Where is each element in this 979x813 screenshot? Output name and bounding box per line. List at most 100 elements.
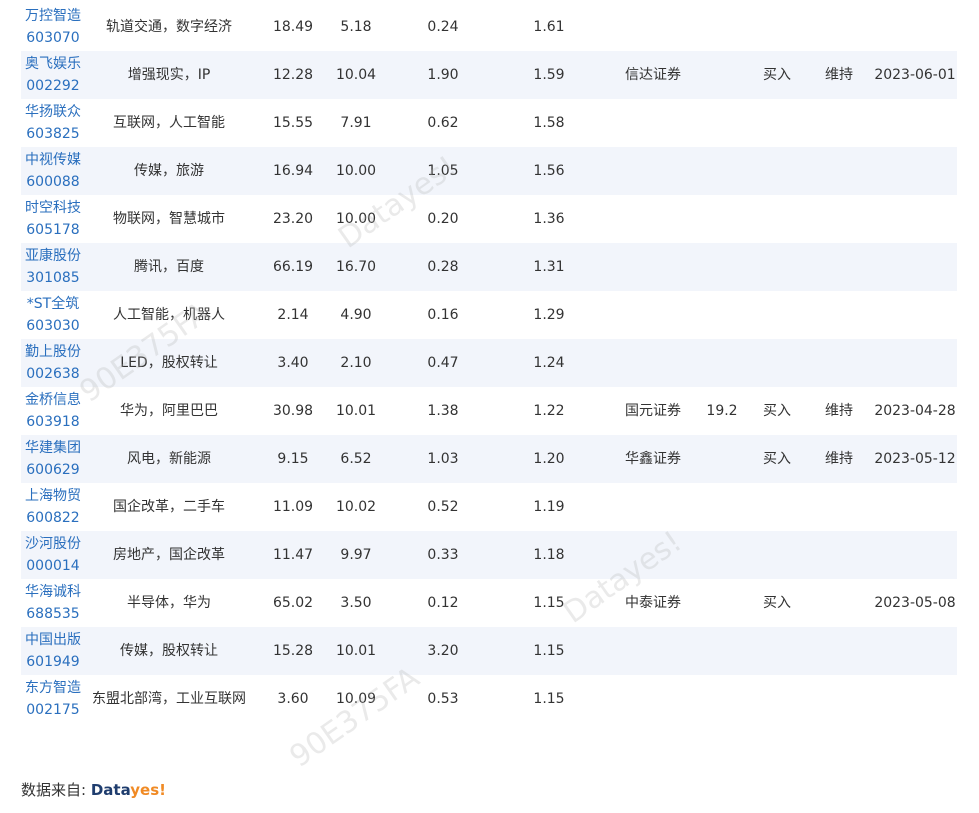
stock-name[interactable]: 沙河股份 — [21, 533, 85, 555]
table-row: 时空科技 605178 物联网，智慧城市 23.20 10.00 0.20 1.36 — [21, 195, 957, 243]
stock-name[interactable]: 万控智造 — [21, 5, 85, 27]
turnover-cell: 1.90 — [427, 67, 459, 83]
stock-code[interactable]: 000014 — [21, 555, 85, 577]
rating-cell — [755, 627, 799, 675]
stock-name[interactable]: 中视传媒 — [21, 149, 85, 171]
stock-name[interactable]: 勤上股份 — [21, 341, 85, 363]
stock-code[interactable]: 600629 — [21, 459, 85, 481]
rating-date-cell: 2023-05-08 — [874, 595, 956, 611]
stock-link[interactable]: 奥飞娱乐 002292 — [21, 53, 85, 97]
stock-link[interactable]: 上海物贸 600822 — [21, 485, 85, 529]
stock-code[interactable]: 605178 — [21, 219, 85, 241]
stock-code[interactable]: 603030 — [21, 315, 85, 337]
change-pct-cell: 10.01 — [335, 403, 377, 419]
stock-name[interactable]: 金桥信息 — [21, 389, 85, 411]
stock-link[interactable]: 华扬联众 603825 — [21, 101, 85, 145]
stock-name[interactable]: *ST全筑 — [21, 293, 85, 315]
change-pct-cell: 3.50 — [340, 595, 372, 611]
stock-code[interactable]: 002638 — [21, 363, 85, 385]
stock-code[interactable]: 601949 — [21, 651, 85, 673]
stock-link[interactable]: 亚康股份 301085 — [21, 245, 85, 289]
price-cell: 66.19 — [272, 259, 314, 275]
data-source-footer: 数据来自: Datayes! — [21, 778, 166, 802]
rating-cell — [755, 339, 799, 387]
target-price-cell — [702, 195, 742, 243]
stock-link[interactable]: 东方智造 002175 — [21, 677, 85, 721]
datayes-logo[interactable]: Datayes! — [91, 781, 166, 799]
stock-link[interactable]: 华建集团 600629 — [21, 437, 85, 481]
price-cell: 15.55 — [272, 115, 314, 131]
stock-link[interactable]: 华海诚科 688535 — [21, 581, 85, 625]
stock-link[interactable]: 沙河股份 000014 — [21, 533, 85, 577]
stock-code[interactable]: 002292 — [21, 75, 85, 97]
volume-ratio-cell: 1.22 — [533, 403, 565, 419]
broker-cell — [611, 291, 695, 339]
stock-link[interactable]: *ST全筑 603030 — [21, 293, 85, 337]
stock-code[interactable]: 603825 — [21, 123, 85, 145]
rating-change-cell — [817, 3, 861, 51]
stock-name[interactable]: 亚康股份 — [21, 245, 85, 267]
stock-name[interactable]: 时空科技 — [21, 197, 85, 219]
rating-date-cell — [873, 3, 957, 51]
table-row: 沙河股份 000014 房地产，国企改革 11.47 9.97 0.33 1.18 — [21, 531, 957, 579]
change-pct-cell: 7.91 — [340, 115, 372, 131]
table-row: 东方智造 002175 东盟北部湾，工业互联网 3.60 10.09 0.53 1.15 — [21, 675, 957, 723]
volume-ratio-cell: 1.59 — [533, 67, 565, 83]
rating-cell — [755, 99, 799, 147]
rating-cell — [755, 675, 799, 723]
volume-ratio-cell: 1.29 — [533, 307, 565, 323]
stock-name[interactable]: 上海物贸 — [21, 485, 85, 507]
stock-name[interactable]: 中国出版 — [21, 629, 85, 651]
broker-cell: 中泰证券 — [625, 595, 681, 611]
broker-cell: 信达证券 — [625, 67, 681, 83]
stock-code[interactable]: 002175 — [21, 699, 85, 721]
change-pct-cell: 5.18 — [340, 19, 372, 35]
rating-date-cell — [873, 627, 957, 675]
concept-cell: 华为，阿里巴巴 — [120, 403, 218, 419]
stock-link[interactable]: 中国出版 601949 — [21, 629, 85, 673]
stock-code[interactable]: 301085 — [21, 267, 85, 289]
rating-cell — [755, 195, 799, 243]
stock-name[interactable]: 华扬联众 — [21, 101, 85, 123]
stock-code[interactable]: 603918 — [21, 411, 85, 433]
stock-code[interactable]: 688535 — [21, 603, 85, 625]
target-price-cell — [702, 435, 742, 483]
concept-cell: 互联网，人工智能 — [113, 115, 225, 131]
stock-name[interactable]: 华建集团 — [21, 437, 85, 459]
price-cell: 30.98 — [272, 403, 314, 419]
price-cell: 11.09 — [272, 499, 314, 515]
stock-code[interactable]: 603070 — [21, 27, 85, 49]
stock-link[interactable]: 中视传媒 600088 — [21, 149, 85, 193]
volume-ratio-cell: 1.18 — [533, 547, 565, 563]
rating-change-cell — [817, 99, 861, 147]
change-pct-cell: 6.52 — [340, 451, 372, 467]
rating-change-cell: 维持 — [825, 451, 853, 467]
rating-change-cell — [817, 195, 861, 243]
concept-cell: 风电，新能源 — [127, 451, 211, 467]
volume-ratio-cell: 1.24 — [533, 355, 565, 371]
stock-code[interactable]: 600822 — [21, 507, 85, 529]
rating-date-cell: 2023-05-12 — [874, 451, 956, 467]
table-row: 亚康股份 301085 腾讯，百度 66.19 16.70 0.28 1.31 — [21, 243, 957, 291]
rating-cell — [755, 147, 799, 195]
stock-code[interactable]: 600088 — [21, 171, 85, 193]
stock-name[interactable]: 奥飞娱乐 — [21, 53, 85, 75]
broker-cell: 国元证券 — [625, 403, 681, 419]
stock-name[interactable]: 华海诚科 — [21, 581, 85, 603]
rating-date-cell — [873, 147, 957, 195]
stock-link[interactable]: 勤上股份 002638 — [21, 341, 85, 385]
change-pct-cell: 16.70 — [335, 259, 377, 275]
rating-date-cell — [873, 675, 957, 723]
rating-change-cell — [817, 243, 861, 291]
price-cell: 18.49 — [272, 19, 314, 35]
table-row: 上海物贸 600822 国企改革，二手车 11.09 10.02 0.52 1.19 — [21, 483, 957, 531]
rating-cell — [755, 3, 799, 51]
stock-link[interactable]: 时空科技 605178 — [21, 197, 85, 241]
rating-cell — [755, 291, 799, 339]
volume-ratio-cell: 1.15 — [533, 643, 565, 659]
stock-link[interactable]: 金桥信息 603918 — [21, 389, 85, 433]
stock-name[interactable]: 东方智造 — [21, 677, 85, 699]
concept-cell: LED，股权转让 — [120, 355, 218, 371]
turnover-cell: 0.62 — [427, 115, 459, 131]
stock-link[interactable]: 万控智造 603070 — [21, 5, 85, 49]
